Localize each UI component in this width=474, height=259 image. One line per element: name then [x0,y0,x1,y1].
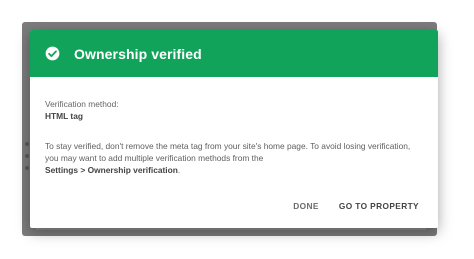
verification-method-label: Verification method: [45,99,119,109]
check-circle-icon [45,46,60,61]
ownership-verified-dialog: Ownership verified Verification method: … [30,30,438,228]
verification-method-value: HTML tag [45,111,83,121]
advice-text: To stay verified, don't remove the meta … [45,141,411,163]
done-button[interactable]: DONE [293,201,319,211]
dialog-body: Verification method: HTML tag To stay ve… [30,77,438,176]
dialog-header: Ownership verified [30,30,438,77]
go-to-property-button[interactable]: GO TO PROPERTY [339,201,419,211]
verification-advice: To stay verified, don't remove the meta … [45,140,415,176]
dialog-actions: DONE GO TO PROPERTY [293,201,419,211]
dialog-title: Ownership verified [74,45,202,62]
advice-suffix: . [177,165,181,175]
settings-path: Settings > Ownership verification [45,165,178,175]
page: Ownership verified Verification method: … [0,0,474,259]
